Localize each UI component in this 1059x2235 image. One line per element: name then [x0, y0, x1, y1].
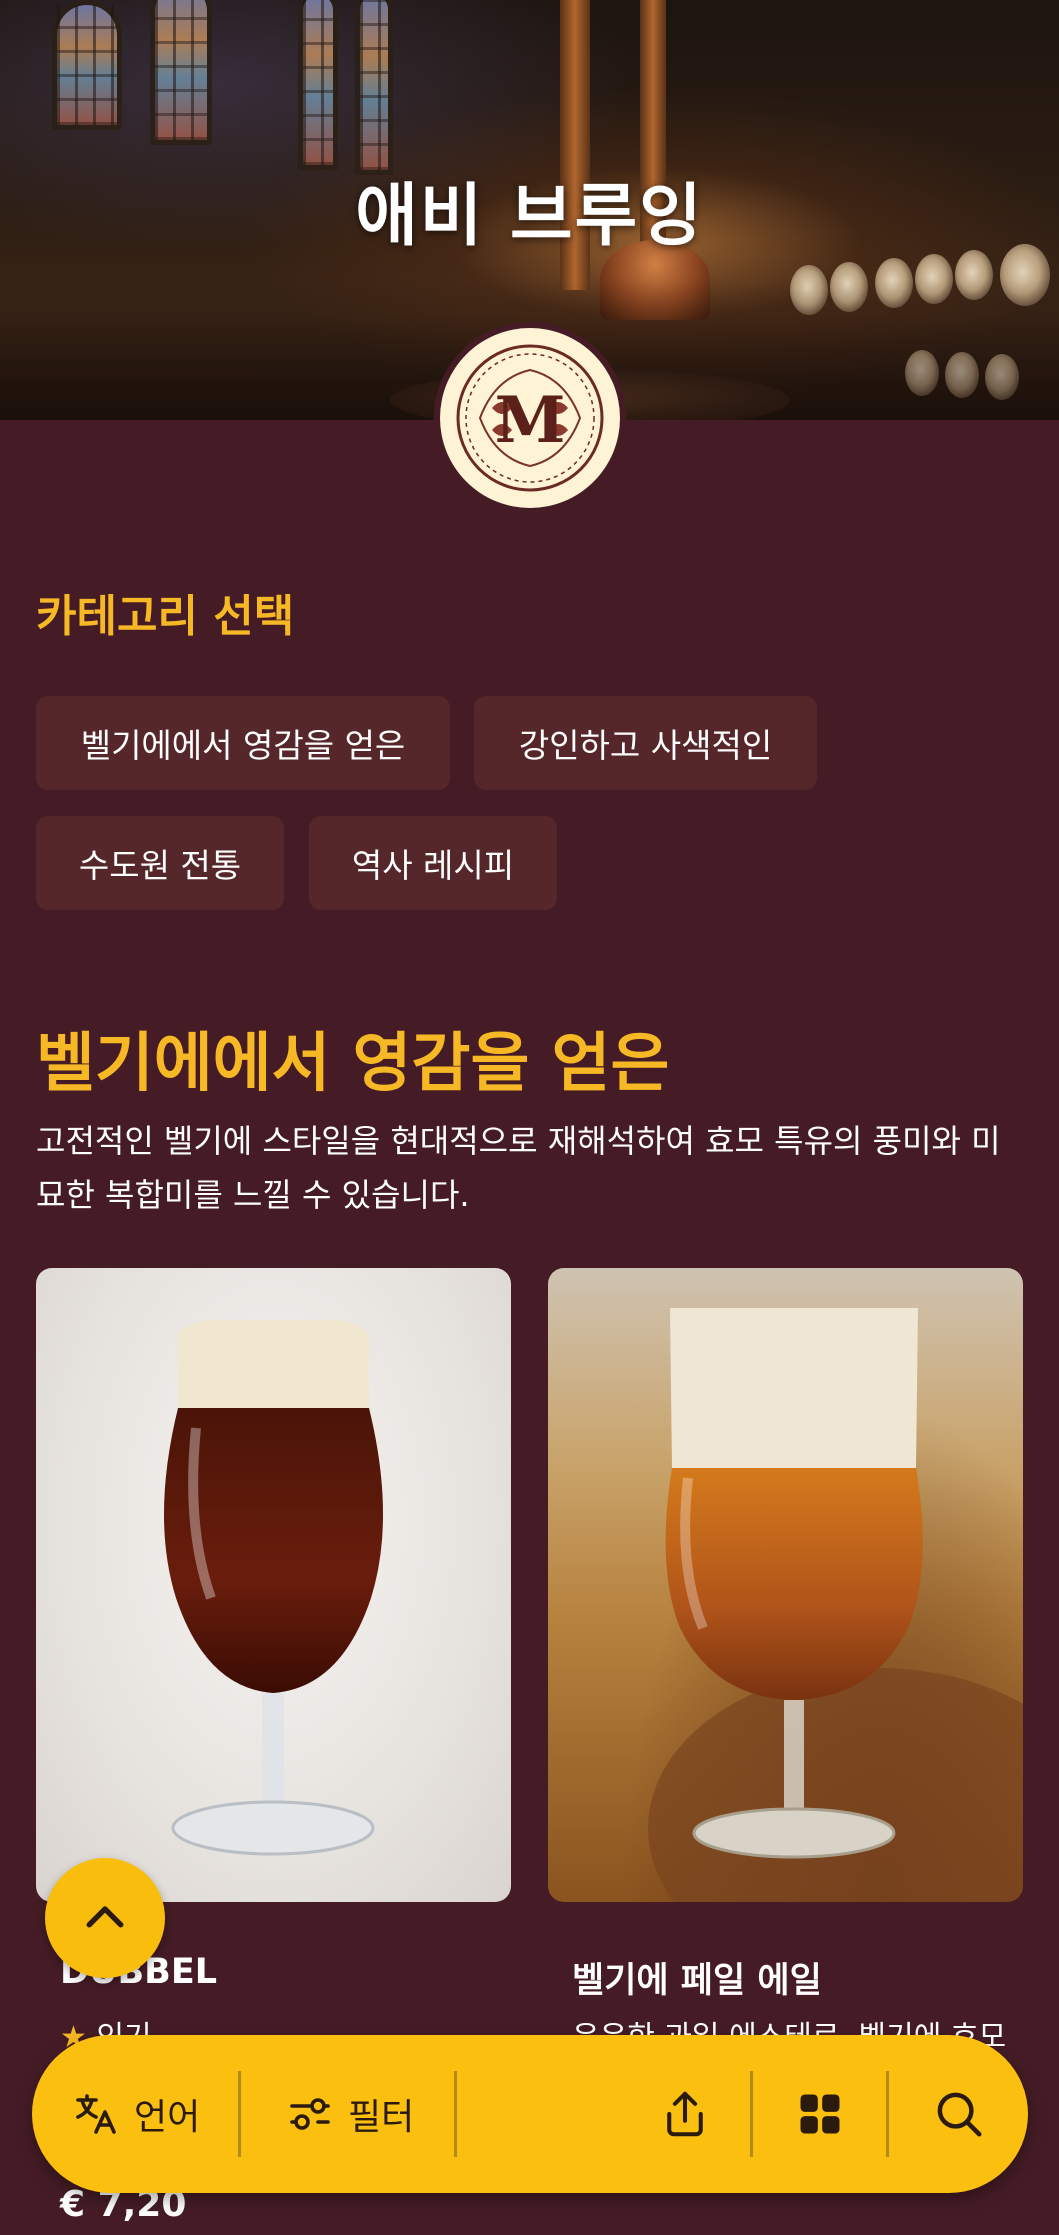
- category-chip-strong[interactable]: 강인하고 사색적인: [474, 696, 817, 790]
- product-image-dubbel[interactable]: [36, 1268, 511, 1902]
- scroll-to-top-button[interactable]: [45, 1858, 165, 1978]
- product-name-pale-ale[interactable]: 벨기에 페일 에일: [572, 1952, 822, 2003]
- filter-icon: [290, 2098, 330, 2130]
- product-image-pale-ale[interactable]: [548, 1268, 1023, 1902]
- category-chip-historic[interactable]: 역사 레시피: [309, 816, 557, 910]
- language-button[interactable]: 언어: [72, 2035, 200, 2193]
- share-button[interactable]: [658, 2035, 712, 2193]
- section-title: 벨기에에서 영감을 얻은: [36, 1027, 670, 1101]
- page: 애비 브루잉 M 카테고리 선택 벨기에에서 영감을 얻은 강인하고 사색적인 …: [0, 0, 1059, 2235]
- filter-label: 필터: [348, 2097, 415, 2138]
- grid-view-button[interactable]: [794, 2035, 846, 2193]
- share-icon: [667, 2091, 703, 2137]
- brand-title: 애비 브루잉: [355, 177, 704, 256]
- section-description: 고전적인 벨기에 스타일을 현대적으로 재해석하여 효모 특유의 풍미와 미묘한…: [36, 1122, 1001, 1214]
- language-label: 언어: [134, 2097, 201, 2138]
- svg-text:M: M: [495, 383, 566, 458]
- category-chip-abbey[interactable]: 수도원 전통: [36, 816, 284, 910]
- translate-icon: [76, 2094, 116, 2134]
- grid-icon: [800, 2094, 840, 2134]
- filter-button[interactable]: 필터: [286, 2035, 414, 2193]
- chevron-up-icon: [86, 1906, 124, 1928]
- bottom-action-bar: 언어 필터: [32, 2035, 1028, 2193]
- brand-logo: M: [434, 322, 626, 514]
- category-heading: 카테고리 선택: [36, 591, 295, 642]
- search-icon: [937, 2092, 982, 2137]
- category-chip-belgian[interactable]: 벨기에에서 영감을 얻은: [36, 696, 450, 790]
- search-button[interactable]: [932, 2035, 986, 2193]
